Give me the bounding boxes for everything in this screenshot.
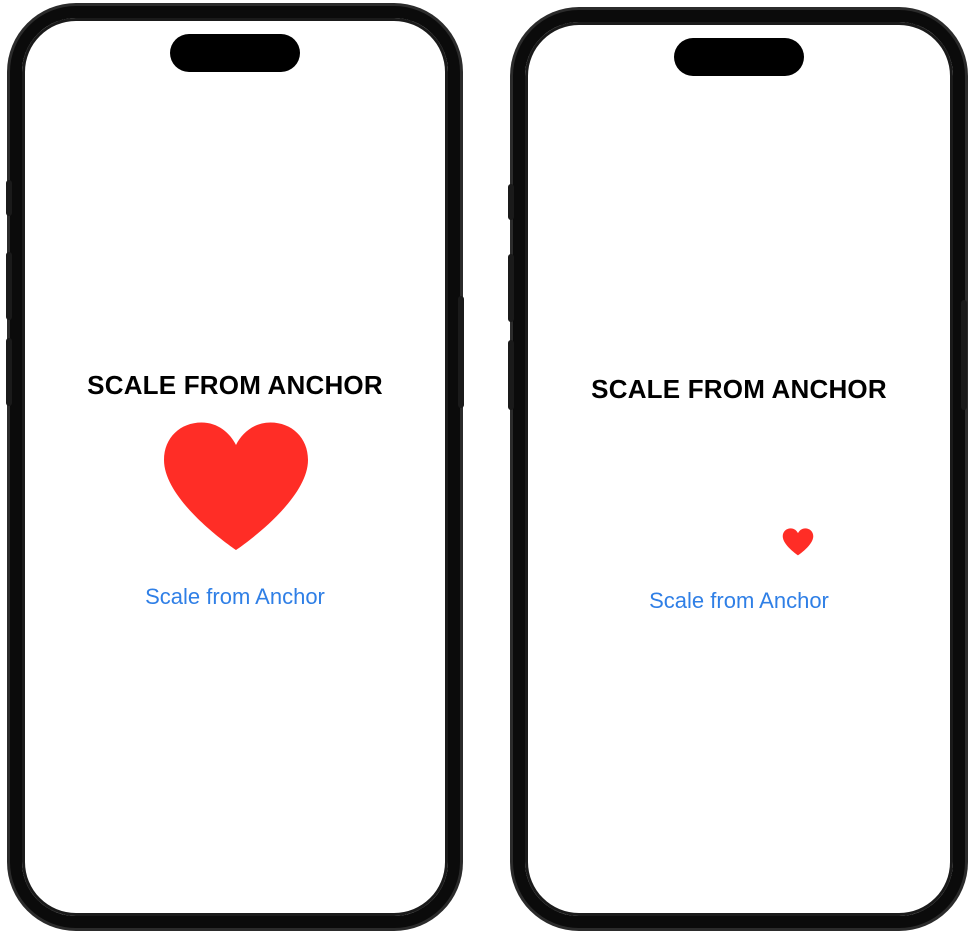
power-button	[961, 300, 967, 410]
page-title: SCALE FROM ANCHOR	[87, 370, 383, 400]
power-button	[458, 296, 464, 408]
action-button	[508, 184, 514, 220]
page-title: SCALE FROM ANCHOR	[591, 374, 887, 404]
action-button	[6, 180, 12, 216]
volume-up-button	[508, 254, 514, 322]
heart-icon	[782, 528, 814, 556]
phone-frame-right: SCALE FROM ANCHOR Scale from Anchor	[513, 10, 965, 928]
volume-down-button	[6, 338, 12, 406]
scale-from-anchor-button[interactable]: Scale from Anchor	[105, 584, 365, 610]
volume-down-button	[508, 340, 514, 410]
volume-up-button	[6, 252, 12, 320]
phone-frame-left: SCALE FROM ANCHOR Scale from Anchor	[10, 6, 460, 928]
heart-icon	[164, 422, 308, 550]
scale-from-anchor-button[interactable]: Scale from Anchor	[609, 588, 869, 614]
dynamic-island	[674, 38, 804, 76]
dynamic-island	[170, 34, 300, 72]
